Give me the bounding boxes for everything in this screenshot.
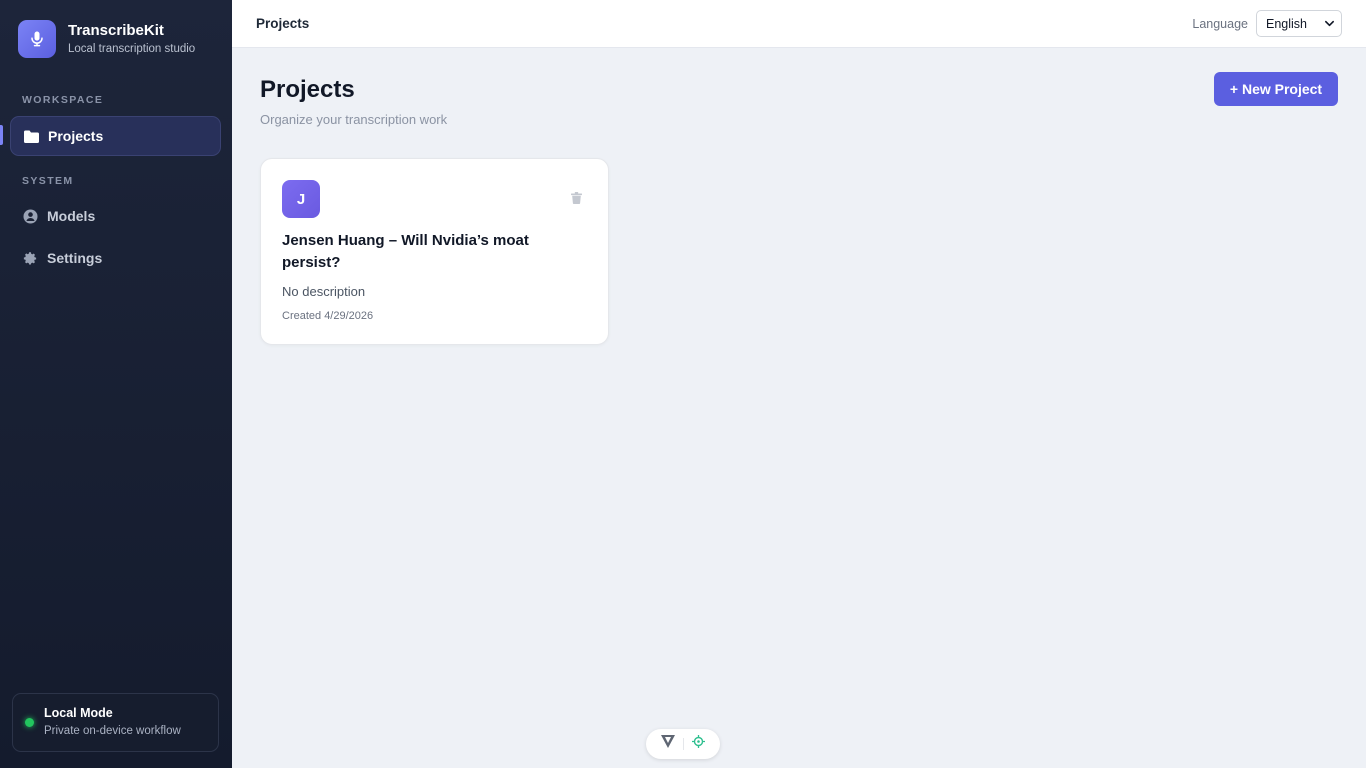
gear-icon [22, 250, 38, 266]
sidebar-item-projects[interactable]: Projects [10, 116, 221, 156]
brand[interactable]: TranscribeKit Local transcription studio [18, 20, 195, 58]
vite-logo-icon[interactable] [661, 735, 675, 753]
user-circle-icon [22, 208, 38, 224]
project-created-date: Created 4/29/2026 [282, 310, 374, 322]
local-mode-title: Local Mode [44, 706, 113, 720]
sidebar-item-models[interactable]: Models [10, 196, 221, 236]
language-label: Language [1192, 17, 1248, 31]
status-dot-icon [25, 718, 34, 727]
project-card[interactable]: J Jensen Huang – Will Nvidia’s moat pers… [260, 158, 609, 345]
folder-icon [23, 128, 39, 144]
local-mode-subtitle: Private on-device workflow [44, 725, 181, 737]
project-title: Jensen Huang – Will Nvidia’s moat persis… [282, 232, 529, 271]
local-mode-status: Local Mode Private on-device workflow [12, 693, 219, 752]
brand-subtitle: Local transcription studio [68, 43, 196, 55]
topbar: Projects Language English [232, 0, 1366, 48]
page-subtitle: Organize your transcription work [260, 112, 448, 127]
sidebar-item-label: Models [47, 208, 96, 224]
trash-icon[interactable] [571, 191, 582, 209]
main-content: Projects Organize your transcription wor… [232, 48, 1366, 768]
crosshair-icon[interactable] [692, 735, 705, 753]
active-indicator [0, 125, 3, 145]
language-select[interactable]: English [1256, 10, 1342, 37]
breadcrumb: Projects [256, 16, 310, 31]
chevron-down-icon [1325, 20, 1334, 27]
section-label-system: SYSTEM [22, 175, 74, 187]
project-description: No description [282, 284, 366, 299]
dev-toolbar [646, 729, 720, 759]
new-project-button[interactable]: + New Project [1214, 72, 1338, 106]
section-label-workspace: WORKSPACE [22, 94, 104, 106]
project-avatar: J [282, 180, 320, 218]
language-select-value: English [1266, 16, 1307, 31]
sidebar-item-label: Projects [48, 128, 104, 144]
sidebar-item-label: Settings [47, 250, 103, 266]
sidebar-item-settings[interactable]: Settings [10, 238, 221, 278]
microphone-icon [18, 20, 56, 58]
page-title: Projects [260, 76, 355, 103]
divider [683, 738, 684, 750]
brand-name: TranscribeKit [68, 22, 164, 39]
sidebar: TranscribeKit Local transcription studio… [0, 0, 232, 768]
